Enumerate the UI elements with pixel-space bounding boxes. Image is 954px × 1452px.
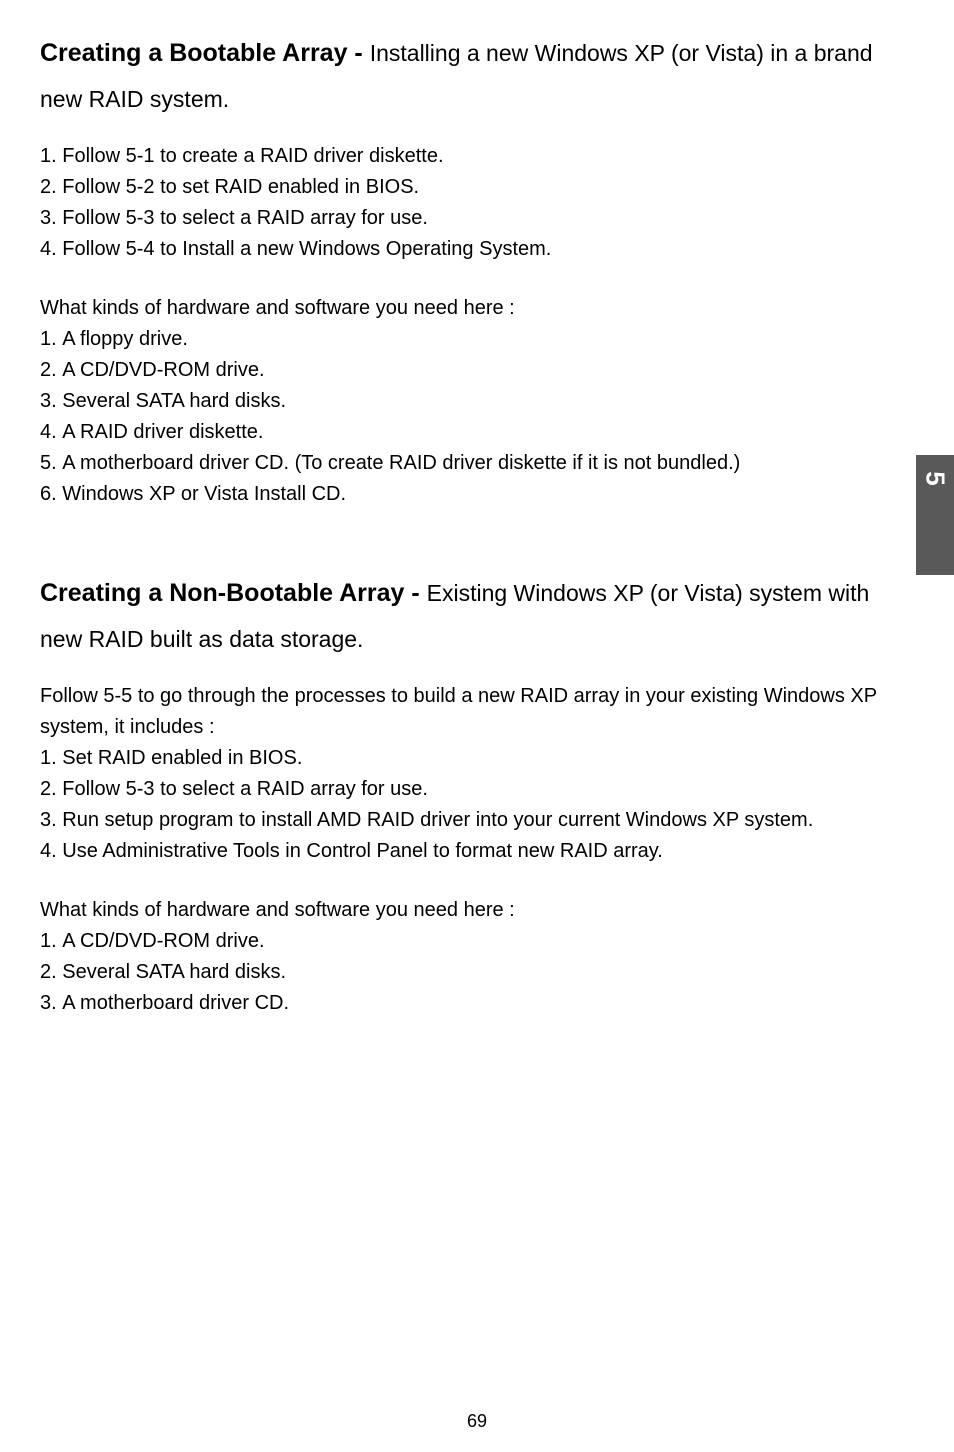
list-item: 4. A RAID driver diskette. [40, 417, 914, 448]
section1-heading: Creating a Bootable Array - Installing a… [40, 30, 914, 121]
section1-needs-intro: What kinds of hardware and software you … [40, 293, 914, 324]
list-item: 3. Follow 5-3 to select a RAID array for… [40, 203, 914, 234]
list-item: 6. Windows XP or Vista Install CD. [40, 479, 914, 510]
section2-needs: 1. A CD/DVD-ROM drive. 2. Several SATA h… [40, 926, 914, 1019]
section2-heading: Creating a Non-Bootable Array - Existing… [40, 570, 914, 661]
list-item: 3. Several SATA hard disks. [40, 386, 914, 417]
need-text: A floppy drive. [62, 324, 188, 355]
list-item: 3. Run setup program to install AMD RAID… [40, 805, 914, 836]
list-item: 2. Follow 5-2 to set RAID enabled in BIO… [40, 172, 914, 203]
need-text: A motherboard driver CD. [62, 988, 289, 1019]
step-text: Set RAID enabled in BIOS. [62, 743, 302, 774]
need-text: A CD/DVD-ROM drive. [62, 355, 264, 386]
section1-steps: 1. Follow 5-1 to create a RAID driver di… [40, 141, 914, 265]
list-item: 5. A motherboard driver CD. (To create R… [40, 448, 914, 479]
step-text: Follow 5-2 to set RAID enabled in BIOS. [62, 172, 419, 203]
page: 5 Creating a Bootable Array - Installing… [0, 0, 954, 1452]
page-number: 69 [0, 1411, 954, 1432]
section2-needs-intro: What kinds of hardware and software you … [40, 895, 914, 926]
list-item: 1. Set RAID enabled in BIOS. [40, 743, 914, 774]
list-item: 1. Follow 5-1 to create a RAID driver di… [40, 141, 914, 172]
need-text: Several SATA hard disks. [62, 386, 286, 417]
step-text: Follow 5-3 to select a RAID array for us… [62, 203, 428, 234]
list-item: 3. A motherboard driver CD. [40, 988, 914, 1019]
section2-intro: Follow 5-5 to go through the processes t… [40, 681, 914, 743]
list-item: 4. Follow 5-4 to Install a new Windows O… [40, 234, 914, 265]
section1-lead: Creating a Bootable Array - [40, 39, 370, 67]
need-text: Windows XP or Vista Install CD. [62, 479, 346, 510]
need-text: A motherboard driver CD. (To create RAID… [62, 448, 740, 479]
step-text: Follow 5-3 to select a RAID array for us… [62, 774, 428, 805]
need-text: A RAID driver diskette. [62, 417, 263, 448]
chapter-tab-label: 5 [920, 471, 951, 485]
section1-needs: 1. A floppy drive. 2. A CD/DVD-ROM drive… [40, 324, 914, 510]
list-item: 1. A floppy drive. [40, 324, 914, 355]
list-item: 4. Use Administrative Tools in Control P… [40, 836, 914, 867]
list-item: 2. A CD/DVD-ROM drive. [40, 355, 914, 386]
chapter-tab: 5 [916, 455, 954, 575]
need-text: Several SATA hard disks. [62, 957, 286, 988]
section2-lead: Creating a Non-Bootable Array - [40, 579, 427, 607]
list-item: 2. Several SATA hard disks. [40, 957, 914, 988]
list-item: 2. Follow 5-3 to select a RAID array for… [40, 774, 914, 805]
step-text: Use Administrative Tools in Control Pane… [62, 836, 663, 867]
step-text: Follow 5-4 to Install a new Windows Oper… [62, 234, 551, 265]
step-text: Run setup program to install AMD RAID dr… [62, 805, 813, 836]
section2-steps: 1. Set RAID enabled in BIOS. 2. Follow 5… [40, 743, 914, 867]
step-text: Follow 5-1 to create a RAID driver diske… [62, 141, 443, 172]
need-text: A CD/DVD-ROM drive. [62, 926, 264, 957]
list-item: 1. A CD/DVD-ROM drive. [40, 926, 914, 957]
